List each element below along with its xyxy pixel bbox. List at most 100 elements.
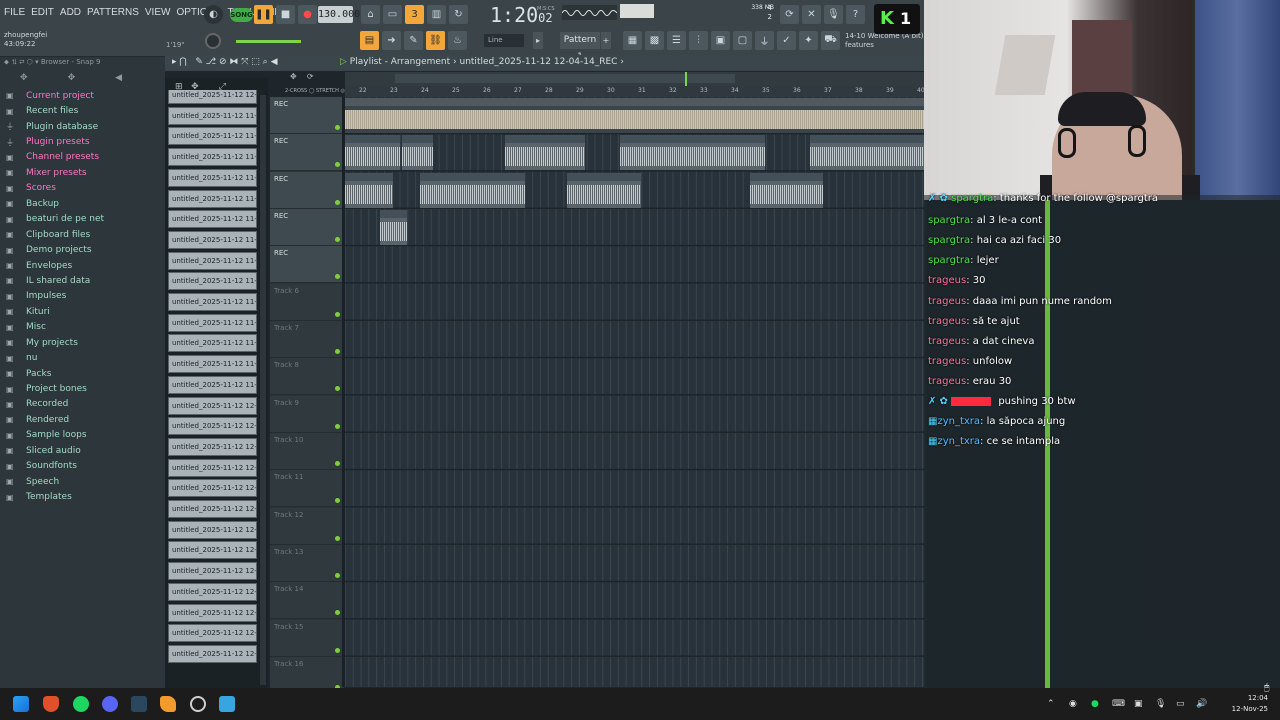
track-header[interactable]: Track 10	[270, 432, 344, 470]
browser-icon[interactable]: ▣	[711, 31, 730, 50]
track-mute-led[interactable]	[335, 460, 340, 466]
track-mute-led[interactable]	[335, 348, 340, 354]
browser-item[interactable]: ▣ Scores	[6, 181, 164, 196]
playlist-scrollbar[interactable]	[345, 72, 925, 86]
channel-scrollbar[interactable]	[260, 95, 266, 685]
playlist-toolbar[interactable]: ▸ ⋂ ✎ ⎇ ⊘ ⧓ ⤧ ⬚ ⌕ ◀	[172, 57, 278, 67]
stamp-icon[interactable]: ♨	[448, 31, 467, 50]
menu-patterns[interactable]: PATTERNS	[87, 7, 139, 18]
browser-item[interactable]: ▣ Rendered	[6, 412, 164, 427]
track-mute-led[interactable]	[335, 498, 340, 504]
chat-username[interactable]: spargtra	[928, 255, 970, 266]
browser-toolbar[interactable]: ✥ ✥ ◀	[20, 73, 122, 83]
browser-item[interactable]: ▣ beaturi de pe net	[6, 212, 164, 227]
channel-button[interactable]: untitled_2025-11-12 12-	[168, 458, 257, 477]
mixer-icon[interactable]: ⫶	[689, 31, 708, 50]
channel-button[interactable]: untitled_2025-11-12 11-	[168, 375, 257, 394]
wand-icon[interactable]: ✦	[799, 31, 818, 50]
taskbar-clock[interactable]: 12:04 12-Nov-25	[1232, 693, 1268, 715]
browser-item[interactable]: ▣ Sliced audio	[6, 443, 164, 458]
browser-item[interactable]: ⏚ Plugin presets	[6, 134, 164, 149]
channel-button[interactable]: untitled_2025-11-12 11-	[168, 334, 257, 353]
track-options[interactable]: 2-CROSS ◯ STRETCH ◎	[285, 88, 345, 94]
track-header[interactable]: Track 9	[270, 395, 344, 433]
track-header[interactable]: Track 11	[270, 470, 344, 508]
plugin-icon[interactable]: ⏚	[755, 31, 774, 50]
browser-item[interactable]: ▣ Backup	[6, 196, 164, 211]
cart-icon[interactable]: ⛟	[821, 31, 840, 50]
browser-item[interactable]: ▣ Sample loops	[6, 428, 164, 443]
help-icon[interactable]: ?	[846, 5, 865, 24]
channel-button[interactable]: untitled_2025-11-12 12-	[168, 417, 257, 436]
audio-clip[interactable]: untitled_2025-...2 11-57-35_REC	[420, 172, 525, 208]
channel-button[interactable]: untitled_2025-11-12 12-	[168, 562, 257, 581]
midi-icon[interactable]: ✕	[802, 5, 821, 24]
tray-spotify-icon[interactable]: ●	[1091, 699, 1101, 709]
channel-rack-icon[interactable]: ☰	[667, 31, 686, 50]
metronome-icon[interactable]: ⌂	[361, 5, 380, 24]
browser-item[interactable]: ▣ Kituri	[6, 304, 164, 319]
browser-item[interactable]: ▣ nu	[6, 350, 164, 365]
playlist-icon[interactable]: ▦	[623, 31, 642, 50]
browser-item[interactable]: ▣ Packs	[6, 366, 164, 381]
browser-item[interactable]: ▣ Clipboard files	[6, 227, 164, 242]
audio-clip[interactable]: untit..._REC	[345, 172, 393, 208]
track-mute-led[interactable]	[335, 236, 340, 242]
browser-item[interactable]: ▣ Envelopes	[6, 258, 164, 273]
audio-clip[interactable]: un..._C	[380, 209, 407, 245]
track-header[interactable]: REC	[270, 246, 344, 284]
channel-button[interactable]: untitled_2025-11-12 12-	[168, 90, 257, 104]
menu-file[interactable]: FILE	[4, 7, 25, 18]
chat-username[interactable]: spargtra	[928, 215, 970, 226]
browser-item[interactable]: ▣ My projects	[6, 335, 164, 350]
tray-volume-icon[interactable]: 🔊	[1196, 699, 1207, 709]
spotify-icon[interactable]	[73, 696, 89, 712]
track-mute-led[interactable]	[335, 423, 340, 429]
track-header[interactable]: REC	[270, 134, 344, 172]
channel-button[interactable]: untitled_2025-11-12 11-	[168, 251, 257, 270]
stop-button[interactable]: ■	[276, 5, 295, 24]
menu-add[interactable]: ADD	[60, 7, 81, 18]
chat-username[interactable]: zyn_txra	[937, 416, 980, 427]
track-header[interactable]: REC	[270, 97, 344, 134]
tray-mic-icon[interactable]: 🎙	[1155, 699, 1166, 709]
browser-item[interactable]: ▣ Project bones	[6, 381, 164, 396]
browser-item[interactable]: ▣ Recorded	[6, 397, 164, 412]
pattern-prev-icon[interactable]: ▸	[533, 32, 543, 49]
browser-item[interactable]: ▣ Recent files	[6, 103, 164, 118]
audio-clip[interactable]: untitled_2025-11-12 12-01-57_REC	[620, 135, 765, 171]
obs-icon[interactable]	[190, 696, 206, 712]
playlist-grid[interactable]: OSCAR - 60 (Official Video) (Backing Tra…	[345, 97, 925, 687]
channel-button[interactable]: untitled_2025-11-12 11-	[168, 230, 257, 249]
track-mute-led[interactable]	[335, 311, 340, 317]
song-mode-toggle[interactable]: SONG	[230, 8, 253, 22]
track-mute-led[interactable]	[335, 535, 340, 541]
brave-icon[interactable]	[43, 696, 59, 712]
arrow-icon[interactable]: ➜	[382, 31, 401, 50]
chat-username[interactable]: trageus	[928, 275, 966, 286]
browser-item[interactable]: ▣ Misc	[6, 320, 164, 335]
loop-record-icon[interactable]: ↻	[449, 5, 468, 24]
cpu-icon[interactable]: ⟳	[780, 5, 799, 24]
audio-clip[interactable]: untitled_2...9-52_REC	[505, 135, 585, 171]
chat-username[interactable]: trageus	[928, 296, 966, 307]
audio-clip[interactable]: OSCAR - 60 (Official Video) (Backing Tra…	[345, 98, 925, 133]
browser-item[interactable]: ⏚ Plugin database	[6, 119, 164, 134]
browser-item[interactable]: ▣ Impulses	[6, 289, 164, 304]
browser-item[interactable]: ▣ Templates	[6, 489, 164, 504]
link-icon[interactable]: ⛓	[426, 31, 445, 50]
pencil-icon[interactable]: ✎	[404, 31, 423, 50]
master-pitch-knob[interactable]	[205, 33, 221, 49]
channel-button[interactable]: untitled_2025-11-12 11-	[168, 355, 257, 374]
channel-button[interactable]: untitled_2025-11-12 12-	[168, 624, 257, 643]
track-header[interactable]: Track 12	[270, 507, 344, 545]
track-header[interactable]: Track 6	[270, 283, 344, 321]
channel-button[interactable]: untitled_2025-11-12 12-	[168, 396, 257, 415]
pattern-select[interactable]: Pattern 1	[560, 32, 600, 62]
chat-username[interactable]: spargtra	[951, 193, 993, 204]
countdown-icon[interactable]: 3	[405, 5, 424, 24]
channel-button[interactable]: untitled_2025-11-12 11-	[168, 189, 257, 208]
channel-button[interactable]: untitled_2025-11-12 12-	[168, 582, 257, 601]
audio-clip[interactable]: unt..._C	[402, 135, 433, 171]
tray-discord-icon[interactable]: ◉	[1069, 699, 1079, 709]
